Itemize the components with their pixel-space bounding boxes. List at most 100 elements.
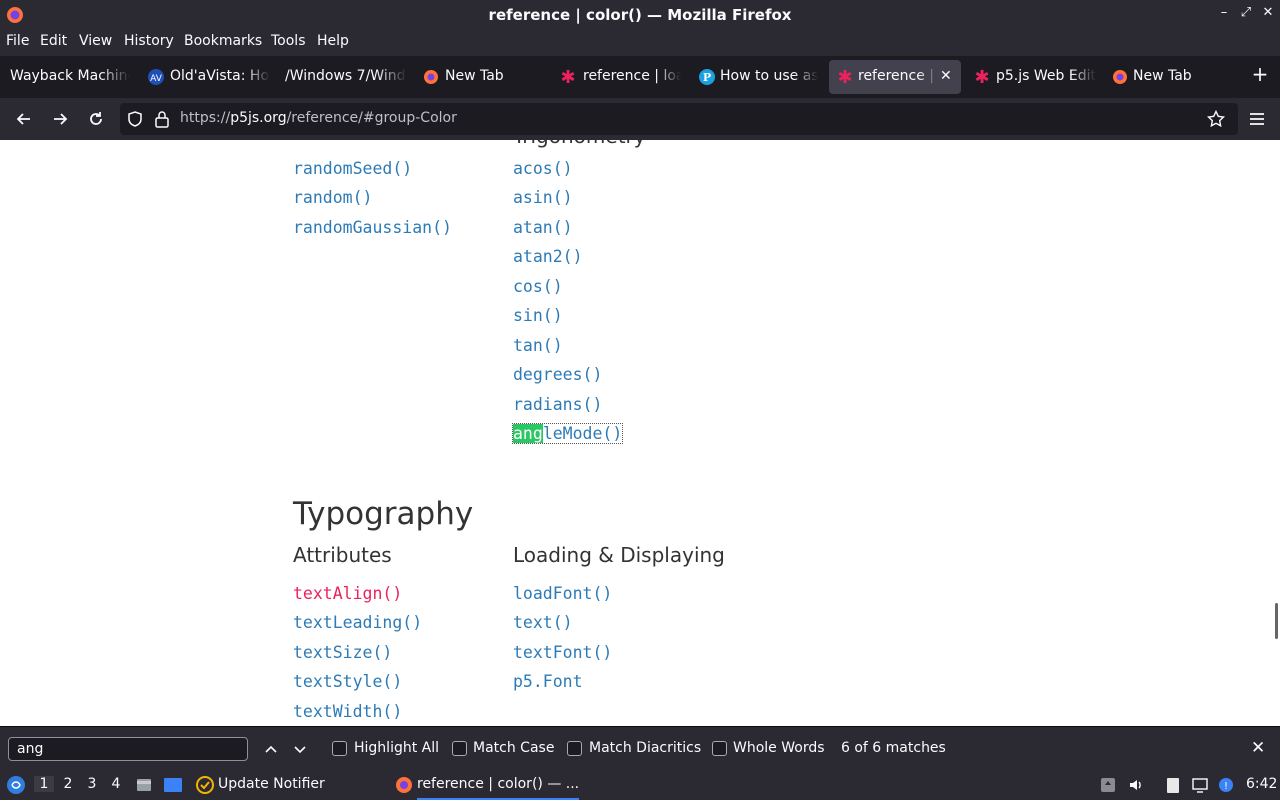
restore-icon[interactable]: ⤢ [1236,5,1256,20]
p5js-star-icon: ✱ [560,69,575,85]
ref-link-textstyle[interactable]: textStyle() [293,672,402,691]
find-previous-icon[interactable] [261,739,281,759]
oldavista-icon: AV [148,69,164,85]
ref-link-asin[interactable]: asin() [513,188,573,207]
update-notifier-task[interactable]: Update Notifier [218,776,325,792]
minimize-icon[interactable]: – [1214,5,1234,20]
menu-help[interactable]: Help [317,33,349,49]
tab-newtab-1[interactable]: New Tab [416,60,546,94]
ref-link-textleading[interactable]: textLeading() [293,613,422,632]
svg-text:P: P [703,71,711,84]
ref-link-cos[interactable]: cos() [513,277,563,296]
ref-link-p5font[interactable]: p5.Font [513,672,583,691]
volume-icon[interactable] [1127,776,1145,794]
highlight-all-checkbox[interactable] [332,741,347,756]
clipboard-icon[interactable] [1164,776,1182,794]
whole-words-label[interactable]: Whole Words [733,740,825,756]
subheading-attributes: Attributes [293,543,392,567]
ref-link-sin[interactable]: sin() [513,306,563,325]
tab-newtab-2[interactable]: New Tab [1106,60,1236,94]
back-arrow-icon[interactable] [11,106,37,132]
desktop-icon[interactable] [163,776,183,794]
tab-how-to-use[interactable]: P How to use as [692,60,822,94]
hamburger-menu-icon[interactable] [1244,106,1270,132]
firefox-task[interactable]: reference | color() — ... [417,776,580,800]
start-menu-icon[interactable] [6,775,26,795]
menu-history[interactable]: History [124,33,174,49]
menu-bookmarks[interactable]: Bookmarks [184,33,262,49]
menu-view[interactable]: View [79,33,112,49]
svg-text:AV: AV [150,74,163,84]
match-case-checkbox[interactable] [452,741,467,756]
reload-icon[interactable] [83,106,109,132]
ref-link-randomgaussian[interactable]: randomGaussian() [293,218,452,237]
upload-tray-icon[interactable] [1099,776,1117,794]
notification-icon[interactable]: ! [1217,776,1235,794]
tab-label: /Windows 7/Wind [285,68,406,84]
tab-label: reference | c [858,68,938,84]
workspace-1[interactable]: 1 [34,776,54,792]
window-title: reference | color() — Mozilla Firefox [488,6,792,24]
tab-oldavista[interactable]: AV Old'aVista: Ho [140,60,275,94]
svg-text:✱: ✱ [837,69,852,85]
tab-p5js-editor[interactable]: ✱ p5.js Web Edit [968,60,1098,94]
find-input[interactable] [8,737,248,761]
close-tab-icon[interactable]: ✕ [940,68,952,84]
ref-link-tan[interactable]: tan() [513,336,563,355]
tab-label: New Tab [445,68,504,84]
menu-file[interactable]: File [6,33,29,49]
menu-bar: File Edit View History Bookmarks Tools H… [0,30,1280,56]
shield-icon[interactable] [126,110,144,128]
find-status: 6 of 6 matches [841,740,946,756]
workspace-4[interactable]: 4 [106,776,126,792]
whole-words-checkbox[interactable] [712,741,727,756]
ref-link-textalign[interactable]: textAlign() [293,584,402,603]
ref-link-loadfont[interactable]: loadFont() [513,584,612,603]
ref-link-anglemode[interactable]: angleMode() [511,423,624,444]
tab-windows7[interactable]: /Windows 7/Wind [280,60,410,94]
tab-label: reference | loa [583,68,681,84]
workspace-2[interactable]: 2 [58,776,78,792]
ref-link-textfont[interactable]: textFont() [513,643,612,662]
menu-edit[interactable]: Edit [40,33,67,49]
forward-arrow-icon[interactable] [47,106,73,132]
navigation-bar: https://p5js.org/reference/#group-Color [0,98,1280,140]
lock-icon[interactable] [154,110,170,128]
new-tab-plus-icon[interactable]: + [1248,62,1272,90]
tab-reference-loa[interactable]: ✱ reference | loa [554,60,684,94]
match-case-label[interactable]: Match Case [473,740,554,756]
tab-reference-color[interactable]: ✱ reference | c ✕ [829,60,961,94]
match-diacritics-checkbox[interactable] [567,741,582,756]
ref-link-atan[interactable]: atan() [513,218,573,237]
ref-link-atan2[interactable]: atan2() [513,247,583,266]
firefox-icon [424,70,438,84]
ref-link-randomseed[interactable]: randomSeed() [293,159,412,178]
ref-link-random[interactable]: random() [293,188,372,207]
highlight-all-label[interactable]: Highlight All [354,740,439,756]
find-match-highlight: ang [513,424,543,443]
ref-link-degrees[interactable]: degrees() [513,365,602,384]
close-window-icon[interactable]: ✕ [1258,5,1278,20]
url-bar[interactable]: https://p5js.org/reference/#group-Color [120,103,1238,135]
page-scrollbar-thumb[interactable] [1275,603,1278,639]
match-diacritics-label[interactable]: Match Diacritics [589,740,701,756]
tab-label: New Tab [1133,68,1192,84]
svg-text:✱: ✱ [560,69,575,85]
workspace-3[interactable]: 3 [82,776,102,792]
taskbar: 1 2 3 4 Update Notifier reference | colo… [0,770,1280,800]
find-next-icon[interactable] [290,739,310,759]
tab-label: p5.js Web Edit [996,68,1096,84]
ref-link-textwidth[interactable]: textWidth() [293,702,402,721]
menu-tools[interactable]: Tools [271,33,306,49]
close-findbar-icon[interactable]: ✕ [1251,738,1265,758]
file-manager-icon[interactable] [135,776,153,794]
ref-link-acos[interactable]: acos() [513,159,573,178]
bookmark-star-icon[interactable] [1207,110,1225,128]
page-content: Trigonometry randomSeed() random() rando… [0,140,1280,726]
ref-link-textsize[interactable]: textSize() [293,643,392,662]
tab-wayback[interactable]: Wayback Machine [0,60,135,94]
network-icon[interactable] [1191,776,1209,794]
url-text[interactable]: https://p5js.org/reference/#group-Color [180,110,457,126]
ref-link-text[interactable]: text() [513,613,573,632]
ref-link-radians[interactable]: radians() [513,395,602,414]
